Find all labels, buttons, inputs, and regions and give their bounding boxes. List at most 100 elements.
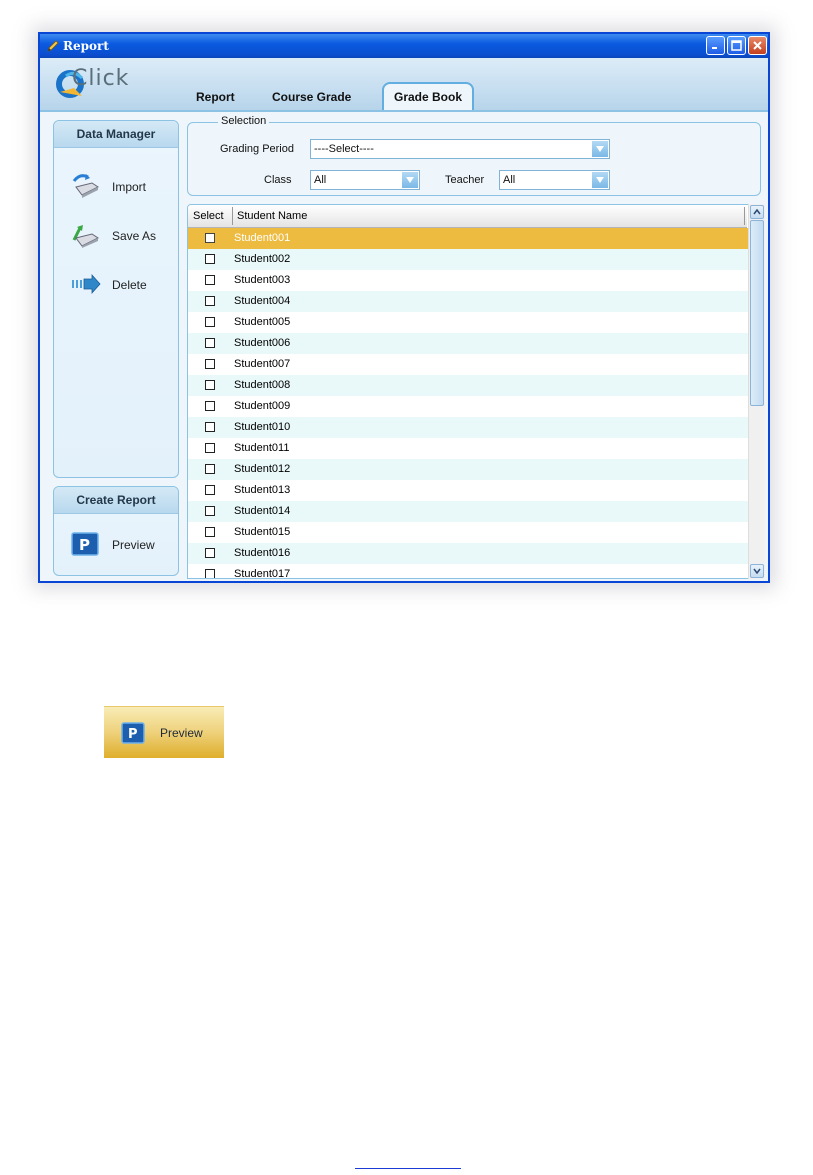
student-name-cell: Student010 xyxy=(234,421,291,433)
row-checkbox[interactable] xyxy=(205,359,215,369)
row-checkbox[interactable] xyxy=(205,401,215,411)
grid-rows: Student001 Student002 Student003 Student004… xyxy=(188,228,749,579)
row-checkbox[interactable] xyxy=(205,296,215,306)
selection-group: Selection Grading Period ----Select---- … xyxy=(187,115,761,196)
table-row[interactable]: Student011 xyxy=(188,438,749,459)
student-name-cell: Student006 xyxy=(234,337,291,349)
close-button[interactable] xyxy=(748,36,767,55)
teacher-select[interactable]: All xyxy=(499,170,610,190)
hyperlink-underline[interactable] xyxy=(355,1168,461,1169)
row-checkbox[interactable] xyxy=(205,422,215,432)
svg-text:P: P xyxy=(79,536,90,554)
row-checkbox[interactable] xyxy=(205,275,215,285)
save-as-label: Save As xyxy=(112,229,157,243)
grading-period-label: Grading Period xyxy=(220,143,294,155)
student-name-cell: Student012 xyxy=(234,463,291,475)
class-select[interactable]: All xyxy=(310,170,420,190)
delete-button[interactable]: Delete xyxy=(70,271,174,297)
save-as-icon xyxy=(72,225,99,248)
maximize-icon xyxy=(731,40,742,51)
scroll-thumb[interactable] xyxy=(750,220,764,406)
chevron-down-icon xyxy=(402,172,418,188)
teacher-value: All xyxy=(503,174,516,186)
class-value: All xyxy=(314,174,327,186)
student-name-cell: Student009 xyxy=(234,400,291,412)
class-label: Class xyxy=(264,174,292,186)
table-row[interactable]: Student001 xyxy=(188,228,749,249)
save-as-button[interactable]: Save As xyxy=(70,222,174,248)
student-name-cell: Student005 xyxy=(234,316,291,328)
grid-scrollbar[interactable] xyxy=(748,204,765,579)
table-row[interactable]: Student015 xyxy=(188,522,749,543)
preview-button[interactable]: P Preview xyxy=(70,531,174,557)
column-divider[interactable] xyxy=(232,207,233,225)
table-row[interactable]: Student006 xyxy=(188,333,749,354)
preview-p-icon: P xyxy=(121,722,145,744)
preview-callout-label: Preview xyxy=(160,726,203,740)
delete-label: Delete xyxy=(112,278,147,292)
student-name-cell: Student013 xyxy=(234,484,291,496)
table-row[interactable]: Student014 xyxy=(188,501,749,522)
preview-label: Preview xyxy=(112,538,155,552)
table-row[interactable]: Student004 xyxy=(188,291,749,312)
table-row[interactable]: Student013 xyxy=(188,480,749,501)
student-name-cell: Student003 xyxy=(234,274,291,286)
student-name-cell: Student011 xyxy=(234,442,290,454)
table-row[interactable]: Student005 xyxy=(188,312,749,333)
row-checkbox[interactable] xyxy=(205,506,215,516)
svg-text:P: P xyxy=(128,727,138,742)
import-button[interactable]: Import xyxy=(70,173,174,199)
row-checkbox[interactable] xyxy=(205,548,215,558)
row-checkbox[interactable] xyxy=(205,485,215,495)
student-name-cell: Student007 xyxy=(234,358,291,370)
logo-text: Click xyxy=(72,66,130,91)
row-checkbox[interactable] xyxy=(205,527,215,537)
tab-grade-book[interactable]: Grade Book xyxy=(382,82,475,110)
row-checkbox[interactable] xyxy=(205,338,215,348)
row-checkbox[interactable] xyxy=(205,443,215,453)
tab-report[interactable]: Report xyxy=(196,86,235,108)
table-row[interactable]: Student010 xyxy=(188,417,749,438)
title-bar[interactable]: Report xyxy=(40,34,768,58)
chevron-down-icon xyxy=(592,172,608,188)
row-checkbox[interactable] xyxy=(205,233,215,243)
create-report-title: Create Report xyxy=(54,487,178,514)
chevron-down-icon xyxy=(753,568,761,574)
window-title: Report xyxy=(63,39,109,53)
data-manager-title: Data Manager xyxy=(54,121,178,148)
table-row[interactable]: Student016 xyxy=(188,543,749,564)
table-row[interactable]: Student008 xyxy=(188,375,749,396)
import-icon xyxy=(72,174,99,198)
delete-arrow-icon xyxy=(72,273,101,295)
close-icon xyxy=(753,41,762,50)
tab-course-grade[interactable]: Course Grade xyxy=(272,86,351,108)
column-header-student-name[interactable]: Student Name xyxy=(237,210,307,222)
student-name-cell: Student017 xyxy=(234,568,291,579)
row-checkbox[interactable] xyxy=(205,380,215,390)
column-divider[interactable] xyxy=(744,207,745,225)
column-header-select[interactable]: Select xyxy=(193,210,224,222)
maximize-button[interactable] xyxy=(727,36,746,55)
table-row[interactable]: Student017 xyxy=(188,564,749,579)
student-name-cell: Student008 xyxy=(234,379,291,391)
row-checkbox[interactable] xyxy=(205,254,215,264)
data-manager-panel: Data Manager Import Save As Delete xyxy=(53,120,179,478)
student-name-cell: Student016 xyxy=(234,547,291,559)
app-header: Click Report Course Grade Grade Book xyxy=(40,58,768,112)
scroll-up-button[interactable] xyxy=(750,205,764,219)
minimize-button[interactable] xyxy=(706,36,725,55)
grid-header: Select Student Name xyxy=(188,205,747,228)
scroll-down-button[interactable] xyxy=(750,564,764,578)
row-checkbox[interactable] xyxy=(205,317,215,327)
row-checkbox[interactable] xyxy=(205,464,215,474)
student-grid: Select Student Name Student001 Student002… xyxy=(187,204,765,579)
report-window: Report Click Report Course Grade Grade B… xyxy=(38,32,770,583)
table-row[interactable]: Student012 xyxy=(188,459,749,480)
table-row[interactable]: Student007 xyxy=(188,354,749,375)
grading-period-select[interactable]: ----Select---- xyxy=(310,139,610,159)
table-row[interactable]: Student009 xyxy=(188,396,749,417)
table-row[interactable]: Student002 xyxy=(188,249,749,270)
app-pencil-icon xyxy=(47,40,59,52)
table-row[interactable]: Student003 xyxy=(188,270,749,291)
row-checkbox[interactable] xyxy=(205,569,215,578)
